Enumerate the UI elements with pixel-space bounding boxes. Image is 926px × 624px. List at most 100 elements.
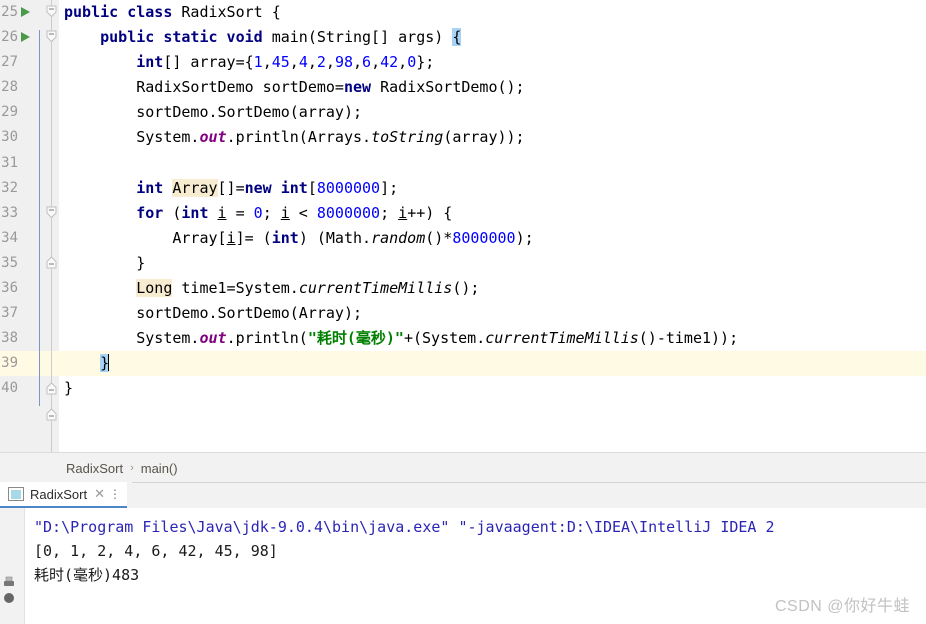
multiplier-literal: 8000000 — [452, 228, 516, 247]
cast-open: ]= ( — [235, 228, 272, 247]
line-number: 25 — [1, 4, 18, 20]
code-line-30[interactable]: System.out.println(Arrays.toString(array… — [59, 125, 926, 150]
line-number: 36 — [1, 280, 18, 297]
code-line-31-blank[interactable] — [59, 151, 926, 176]
method-call: sortDemo.SortDemo(array); — [136, 103, 363, 122]
array-literal-value: 98 — [334, 53, 353, 72]
code-line-33[interactable]: for (int i = 0; i < 8000000; i++) { — [59, 201, 926, 226]
code-line-40[interactable]: } — [59, 376, 926, 401]
keyword-class: class — [127, 3, 173, 21]
fold-collapse-icon[interactable] — [45, 206, 58, 219]
array-literal-value: 45 — [271, 53, 290, 72]
line-number: 28 — [1, 79, 18, 96]
method-signature: main(String[] args) — [271, 28, 453, 47]
code-line-39-current[interactable]: } — [59, 351, 926, 377]
println-suffix: (array)); — [443, 128, 525, 147]
code-editor[interactable]: 25 26 27 28 29 30 31 32 33 34 35 36 37 3… — [0, 0, 926, 452]
run-gutter-icon[interactable] — [21, 7, 30, 17]
object-decl: RadixSortDemo sortDemo= — [136, 78, 344, 97]
code-line-36[interactable]: Long time1=System.currentTimeMillis(); — [59, 276, 926, 301]
compare-op: < — [289, 203, 317, 222]
open-brace: { — [271, 3, 281, 21]
code-line-38[interactable]: System.out.println("耗时(毫秒)"+(System.curr… — [59, 326, 926, 351]
code-line-26[interactable]: public static void main(String[] args) { — [59, 25, 926, 50]
code-line-27[interactable]: int[] array={1,45,4,2,98,6,42,0}; — [59, 50, 926, 75]
semicolon: ; — [380, 203, 399, 222]
line-number: 37 — [1, 305, 18, 322]
fold-expand-icon[interactable] — [45, 256, 58, 269]
println-suffix: ()-time1)); — [638, 329, 739, 348]
breadcrumb[interactable]: RadixSort › main() — [0, 452, 926, 483]
static-method-currenttimemillis: currentTimeMillis — [298, 279, 453, 298]
loop-variable: i — [226, 228, 236, 247]
text-caret — [108, 354, 110, 372]
keyword-new: new — [343, 78, 372, 97]
console-window-icon — [8, 487, 24, 501]
system-prefix: System. — [136, 329, 200, 348]
console-line: "D:\Program Files\Java\jdk-9.0.4\bin\jav… — [34, 518, 775, 536]
code-line-35[interactable]: } — [59, 251, 926, 276]
loop-variable: i — [217, 203, 227, 222]
method-call: sortDemo.SortDemo(Array); — [136, 304, 363, 323]
line-number: 31 — [1, 154, 18, 171]
soft-wrap-icon[interactable] — [2, 590, 16, 604]
fold-collapse-icon[interactable] — [45, 5, 58, 18]
highlighted-identifier-array: Array — [172, 178, 218, 197]
close-brace: } — [64, 379, 74, 398]
keyword-int: int — [271, 228, 299, 247]
array-index-prefix: Array[ — [172, 228, 227, 247]
array-literal-end: }; — [416, 53, 435, 72]
fold-expand-icon[interactable] — [45, 382, 58, 395]
console-line: [0, 1, 2, 4, 6, 42, 45, 98] — [34, 542, 278, 560]
code-line-29[interactable]: sortDemo.SortDemo(array); — [59, 100, 926, 125]
code-line-32[interactable]: int Array[]=new int[8000000]; — [59, 176, 926, 201]
breadcrumb-method[interactable]: main() — [141, 461, 178, 476]
string-literal: "耗时(毫秒)" — [307, 329, 404, 348]
line-number: 34 — [1, 229, 18, 246]
loop-init-value: 0 — [253, 203, 263, 222]
line-number: 39 — [1, 355, 18, 372]
array-brackets: []= — [217, 178, 245, 197]
line-number: 38 — [1, 330, 18, 347]
code-text-area[interactable]: public class RadixSort { public static v… — [59, 0, 926, 452]
matched-open-brace: { — [452, 28, 462, 47]
run-gutter-icon[interactable] — [21, 32, 30, 43]
run-tab-radixsort[interactable]: RadixSort ✕ ⋮ — [0, 482, 127, 508]
editor-gutter[interactable]: 25 26 27 28 29 30 31 32 33 34 35 36 37 3… — [0, 0, 59, 452]
keyword-int: int — [136, 178, 164, 197]
static-method-random: random — [371, 228, 426, 247]
console-line: 耗时(毫秒)483 — [34, 566, 140, 584]
more-options-icon[interactable]: ⋮ — [109, 488, 121, 500]
time-decl: time1=System. — [172, 279, 299, 298]
static-method-tostring: toString — [371, 128, 444, 147]
print-icon[interactable] — [2, 574, 16, 588]
close-icon[interactable]: ✕ — [94, 486, 105, 502]
code-line-25[interactable]: public class RadixSort { — [59, 0, 926, 25]
static-field-out: out — [199, 128, 227, 147]
tab-bar-rule — [132, 482, 926, 483]
loop-bound-value: 8000000 — [316, 203, 381, 222]
code-line-28[interactable]: RadixSortDemo sortDemo=new RadixSortDemo… — [59, 75, 926, 100]
line-number: 35 — [1, 254, 18, 271]
println-prefix: .println(Arrays. — [226, 128, 372, 147]
code-line-37[interactable]: sortDemo.SortDemo(Array); — [59, 301, 926, 326]
math-prefix: ) (Math. — [298, 228, 372, 247]
multiply-op: ()* — [425, 228, 453, 247]
line-number: 33 — [1, 204, 18, 221]
breadcrumb-class[interactable]: RadixSort — [66, 461, 123, 476]
assign-op: = — [226, 203, 254, 222]
fold-collapse-icon[interactable] — [45, 30, 58, 43]
code-line-34[interactable]: Array[i]= (int) (Math.random()*8000000); — [59, 226, 926, 251]
keyword-int: int — [136, 53, 164, 72]
console-gutter[interactable] — [0, 508, 25, 624]
run-tab-bar[interactable]: RadixSort ✕ ⋮ — [0, 482, 926, 509]
fold-expand-icon[interactable] — [45, 408, 58, 421]
array-literal-value: 6 — [362, 53, 372, 72]
line-number: 29 — [1, 104, 18, 121]
keyword-for: for — [136, 203, 164, 222]
chevron-right-icon: › — [130, 462, 134, 474]
loop-variable: i — [280, 203, 290, 222]
concat-op: +(System. — [403, 329, 486, 348]
line-number: 30 — [1, 129, 18, 146]
line-number: 40 — [1, 380, 18, 397]
